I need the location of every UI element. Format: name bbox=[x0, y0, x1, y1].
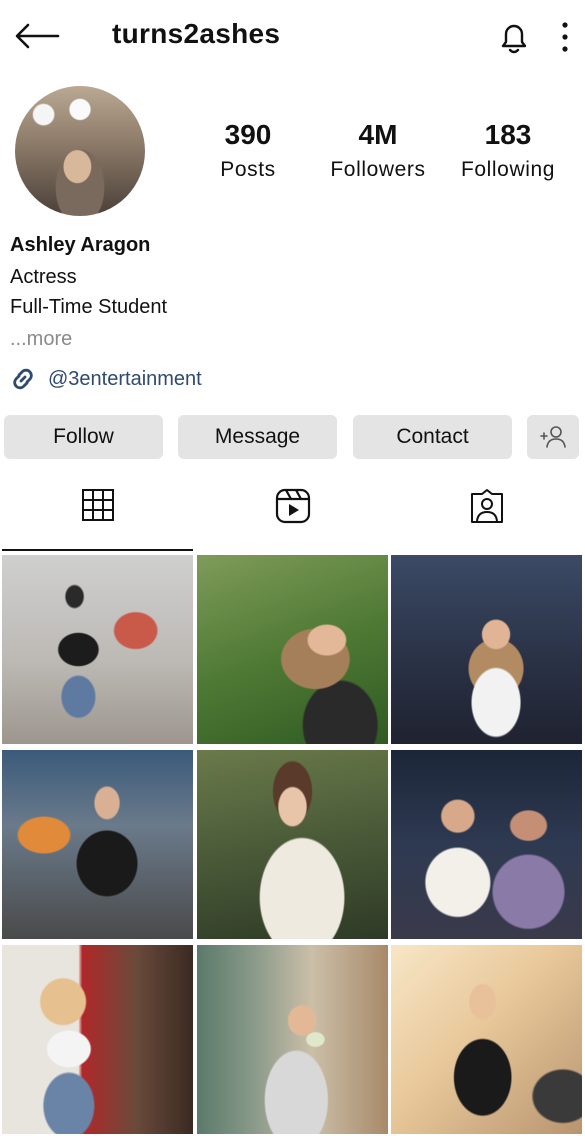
back-arrow-icon[interactable] bbox=[14, 22, 60, 50]
followers-stat[interactable]: 4M Followers bbox=[308, 118, 448, 184]
suggested-people-button[interactable] bbox=[527, 415, 579, 459]
post-thumbnail[interactable] bbox=[197, 555, 388, 744]
post-thumbnail[interactable] bbox=[2, 555, 193, 744]
profile-avatar[interactable] bbox=[15, 86, 145, 216]
post-thumbnail[interactable] bbox=[2, 945, 193, 1134]
reels-icon bbox=[275, 488, 311, 524]
bio-line: Actress bbox=[10, 266, 77, 288]
message-button[interactable]: Message bbox=[178, 415, 337, 459]
posts-grid bbox=[2, 555, 583, 1136]
bell-icon[interactable] bbox=[497, 19, 531, 55]
following-count: 183 bbox=[484, 119, 532, 150]
following-stat[interactable]: 183 Following bbox=[438, 118, 578, 184]
bio-line: Full-Time Student bbox=[10, 296, 168, 318]
tab-reels[interactable] bbox=[196, 480, 390, 550]
grid-icon bbox=[82, 489, 114, 521]
vertical-dots-icon[interactable] bbox=[555, 20, 575, 54]
post-thumbnail[interactable] bbox=[2, 750, 193, 939]
tab-posts-grid[interactable] bbox=[2, 480, 196, 550]
posts-stat[interactable]: 390 Posts bbox=[178, 118, 318, 184]
post-thumbnail[interactable] bbox=[391, 945, 582, 1134]
post-thumbnail[interactable] bbox=[391, 555, 582, 744]
posts-count: 390 bbox=[224, 119, 272, 150]
tagged-icon bbox=[471, 489, 503, 523]
tab-tagged[interactable] bbox=[390, 480, 584, 550]
contact-button[interactable]: Contact bbox=[353, 415, 512, 459]
posts-label: Posts bbox=[220, 158, 276, 181]
followers-count: 4M bbox=[358, 119, 398, 150]
post-thumbnail[interactable] bbox=[197, 750, 388, 939]
add-person-icon bbox=[540, 426, 566, 448]
profile-link-text[interactable]: @3entertainment bbox=[48, 368, 202, 391]
top-bar: turns2ashes bbox=[0, 0, 585, 72]
profile-username: turns2ashes bbox=[112, 18, 281, 49]
followers-label: Followers bbox=[330, 158, 426, 181]
link-icon bbox=[13, 368, 33, 390]
post-thumbnail[interactable] bbox=[197, 945, 388, 1134]
follow-button[interactable]: Follow bbox=[4, 415, 163, 459]
active-tab-indicator bbox=[2, 549, 193, 551]
post-thumbnail[interactable] bbox=[391, 750, 582, 939]
bio-more-link[interactable]: ...more bbox=[10, 328, 72, 351]
profile-full-name: Ashley Aragon bbox=[10, 234, 151, 256]
following-label: Following bbox=[460, 158, 556, 181]
